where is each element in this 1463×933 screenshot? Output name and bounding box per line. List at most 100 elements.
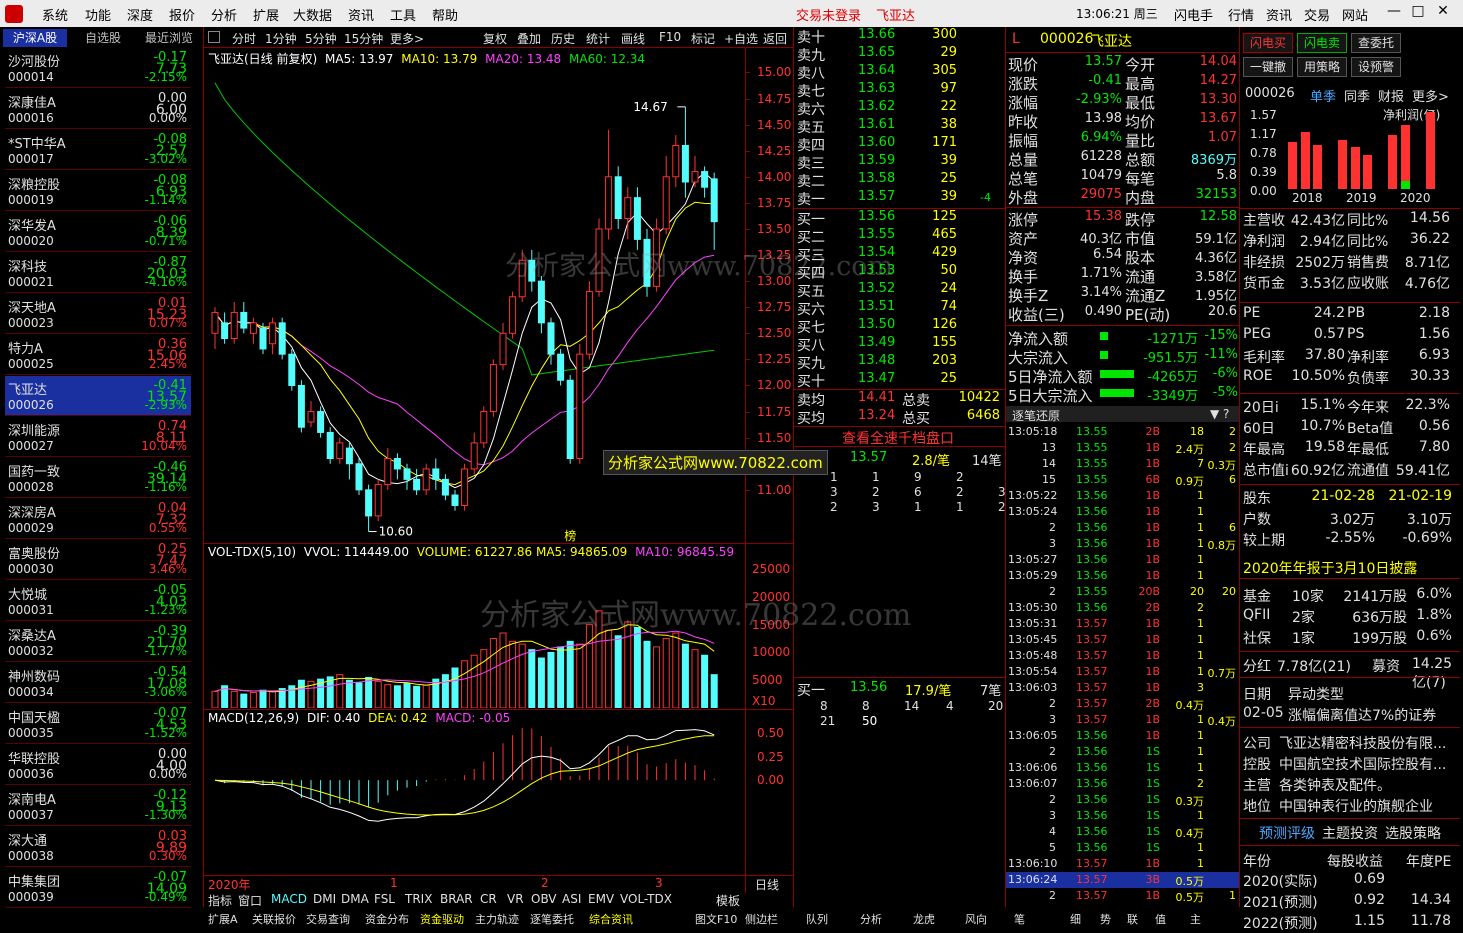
tick-row[interactable]: 13:06:07 13.56 1S 2 xyxy=(1006,776,1239,792)
menu-trade[interactable]: 交易 xyxy=(1304,5,1330,24)
tick-row[interactable]: 13:06:10 13.57 1B 1 xyxy=(1006,856,1239,872)
fin-tab[interactable]: 财报 xyxy=(1378,86,1404,105)
ask-price[interactable]: 13.64 xyxy=(858,63,895,78)
ask-price[interactable]: 13.58 xyxy=(858,171,895,186)
indicator-tab[interactable]: FSL xyxy=(374,892,395,906)
indicator-tab[interactable]: TRIX xyxy=(405,892,432,906)
trade-button[interactable]: 查委托 xyxy=(1351,33,1401,53)
tick-row[interactable]: 14 13.55 1B 7 0.3万 xyxy=(1006,456,1239,472)
bottom-tab[interactable]: 交易查询 xyxy=(306,911,350,927)
menu-info[interactable]: 资讯 xyxy=(1266,5,1292,24)
ask-price[interactable]: 13.59 xyxy=(858,153,895,168)
btn-add-watch[interactable]: +自选 xyxy=(724,30,758,47)
stock-row[interactable]: *ST中华A 000017 2.57 -0.08 -3.02% xyxy=(5,130,191,170)
menu-news[interactable]: 资讯 xyxy=(348,5,374,24)
bottom-mid-tab[interactable]: 风向 xyxy=(965,911,987,927)
fin-tab[interactable]: 单季 xyxy=(1310,86,1336,105)
trade-login-link[interactable]: 交易未登录 xyxy=(796,5,861,24)
tick-row[interactable]: 3 13.56 1S 1 xyxy=(1006,808,1239,824)
menu-system[interactable]: 系统 xyxy=(42,5,68,24)
indicator-tab[interactable]: 模板 xyxy=(716,892,740,909)
bottom-right-tab[interactable]: 细 xyxy=(1070,911,1081,927)
stock-row[interactable]: 深大通 000038 9.89 0.03 0.30% xyxy=(5,827,191,867)
menu-quote[interactable]: 报价 xyxy=(169,5,195,24)
stock-row[interactable]: 深南电A 000037 9.13 -0.12 -1.30% xyxy=(5,786,191,826)
btn-intraday[interactable]: 分时 xyxy=(232,30,256,47)
tick-row[interactable]: 13:05:48 13.57 1B 1 xyxy=(1006,648,1239,664)
bottom-tab[interactable]: 资金驱动 xyxy=(420,911,464,927)
bottom-tab[interactable]: 侧边栏 xyxy=(745,911,778,927)
ask-price[interactable]: 13.61 xyxy=(858,117,895,132)
period-label[interactable]: 日线 xyxy=(755,876,779,893)
fin-tab[interactable]: 000026 xyxy=(1245,86,1295,101)
bid-price[interactable]: 13.53 xyxy=(858,263,895,278)
bid-price[interactable]: 13.56 xyxy=(858,209,895,224)
tick-row[interactable]: 13 13.55 1B 2.4万 2 xyxy=(1006,440,1239,456)
bottom-right-tab[interactable]: 主 xyxy=(1190,911,1201,927)
bottom-tab[interactable]: 综合资讯 xyxy=(589,911,633,927)
indicator-tab[interactable]: DMA xyxy=(341,892,369,906)
ask-price[interactable]: 13.62 xyxy=(858,99,895,114)
bottom-tab[interactable]: 资金分布 xyxy=(365,911,409,927)
app-logo-icon[interactable] xyxy=(5,5,23,23)
tick-row[interactable]: 2 13.56 1S 0.3万 xyxy=(1006,792,1239,808)
tick-row[interactable]: 13:05:24 13.56 1B 1 xyxy=(1006,504,1239,520)
menu-market[interactable]: 行情 xyxy=(1228,5,1254,24)
tick-row[interactable]: 13:05:27 13.56 1B 1 xyxy=(1006,552,1239,568)
close-icon[interactable]: ✕ xyxy=(1432,3,1454,23)
panel-icon[interactable] xyxy=(208,31,220,43)
maximize-icon[interactable]: □ xyxy=(1407,3,1429,23)
indicator-tab[interactable]: EMV xyxy=(588,892,614,906)
f10-link[interactable]: 预测评级 xyxy=(1259,823,1315,843)
tick-row[interactable]: 2 13.55 20B 20 20 xyxy=(1006,584,1239,600)
indicator-tab[interactable]: VOL-TDX xyxy=(620,892,672,906)
stock-row[interactable]: 深桑达A 000032 21.70 -0.39 -1.77% xyxy=(5,622,191,662)
stock-row[interactable]: 富奥股份 000030 7.47 0.25 3.46% xyxy=(5,540,191,580)
menu-website[interactable]: 网站 xyxy=(1342,5,1368,24)
trade-button[interactable]: 闪电买 xyxy=(1243,33,1293,53)
tick-row[interactable]: 13:05:30 13.56 2B 2 xyxy=(1006,600,1239,616)
menu-depth[interactable]: 深度 xyxy=(127,5,153,24)
tick-row[interactable]: 15 13.55 6B 0.9万 6 xyxy=(1006,472,1239,488)
indicator-tab[interactable]: VR xyxy=(507,892,524,906)
bottom-right-tab[interactable]: 势 xyxy=(1100,911,1111,927)
tick-row[interactable]: 2 13.56 1S 1 xyxy=(1006,744,1239,760)
bottom-right-tab[interactable]: 笔 xyxy=(1014,911,1025,927)
tick-row[interactable]: 13:06:06 13.56 1S 1 xyxy=(1006,760,1239,776)
menu-tools[interactable]: 工具 xyxy=(390,5,416,24)
stock-row[interactable]: 国药一致 000028 39.14 -0.46 -1.16% xyxy=(5,458,191,498)
btn-15min[interactable]: 15分钟 xyxy=(344,30,383,47)
indicator-tab[interactable]: OBV xyxy=(531,892,557,906)
bid-price[interactable]: 13.52 xyxy=(858,281,895,296)
fin-tab[interactable]: 同季 xyxy=(1344,86,1370,105)
btn-history[interactable]: 历史 xyxy=(551,30,575,47)
bottom-tab[interactable]: 扩展A xyxy=(208,911,238,927)
bid-price[interactable]: 13.48 xyxy=(858,353,895,368)
stock-row[interactable]: 中集集团 000039 14.09 -0.07 -0.49% xyxy=(5,868,191,908)
indicator-tab[interactable]: DMI xyxy=(313,892,336,906)
btn-f10[interactable]: F10 xyxy=(659,30,681,44)
bottom-mid-tab[interactable]: 龙虎 xyxy=(913,911,935,927)
stock-row[interactable]: 深深房A 000029 7.32 0.04 0.55% xyxy=(5,499,191,539)
tick-row[interactable]: 3 13.57 1B 1 0.4万 xyxy=(1006,712,1239,728)
bid-price[interactable]: 13.49 xyxy=(858,335,895,350)
btn-mark[interactable]: 标记 xyxy=(691,30,715,47)
tick-row[interactable]: 2 13.56 1B 1 6 xyxy=(1006,520,1239,536)
btn-more[interactable]: 更多> xyxy=(390,30,424,47)
stock-row[interactable]: 深圳能源 000027 8.11 0.74 10.04% xyxy=(5,417,191,457)
stock-row[interactable]: 深科技 000021 20.03 -0.87 -4.16% xyxy=(5,253,191,293)
stock-row[interactable]: 飞亚达 000026 13.57 -0.41 -2.93% xyxy=(5,376,191,416)
stock-row[interactable]: 深粮控股 000019 6.93 -0.08 -1.14% xyxy=(5,171,191,211)
indicator-tab[interactable]: 指标 xyxy=(208,892,232,909)
menu-help[interactable]: 帮助 xyxy=(432,5,458,24)
stock-row[interactable]: 神州数码 000034 17.08 -0.54 -3.06% xyxy=(5,663,191,703)
bid-price[interactable]: 13.51 xyxy=(858,299,895,314)
indicator-tab[interactable]: ASI xyxy=(562,892,581,906)
btn-stats[interactable]: 统计 xyxy=(586,30,610,47)
tick-row[interactable]: 13:05:29 13.56 1B 1 xyxy=(1006,568,1239,584)
trade-button[interactable]: 用策略 xyxy=(1297,57,1347,77)
f10-link[interactable]: 选股策略 xyxy=(1385,823,1441,843)
trade-button[interactable]: 设预警 xyxy=(1351,57,1401,77)
indicator-tab[interactable]: CR xyxy=(480,892,497,906)
f10-link[interactable]: 主题投资 xyxy=(1322,823,1378,843)
